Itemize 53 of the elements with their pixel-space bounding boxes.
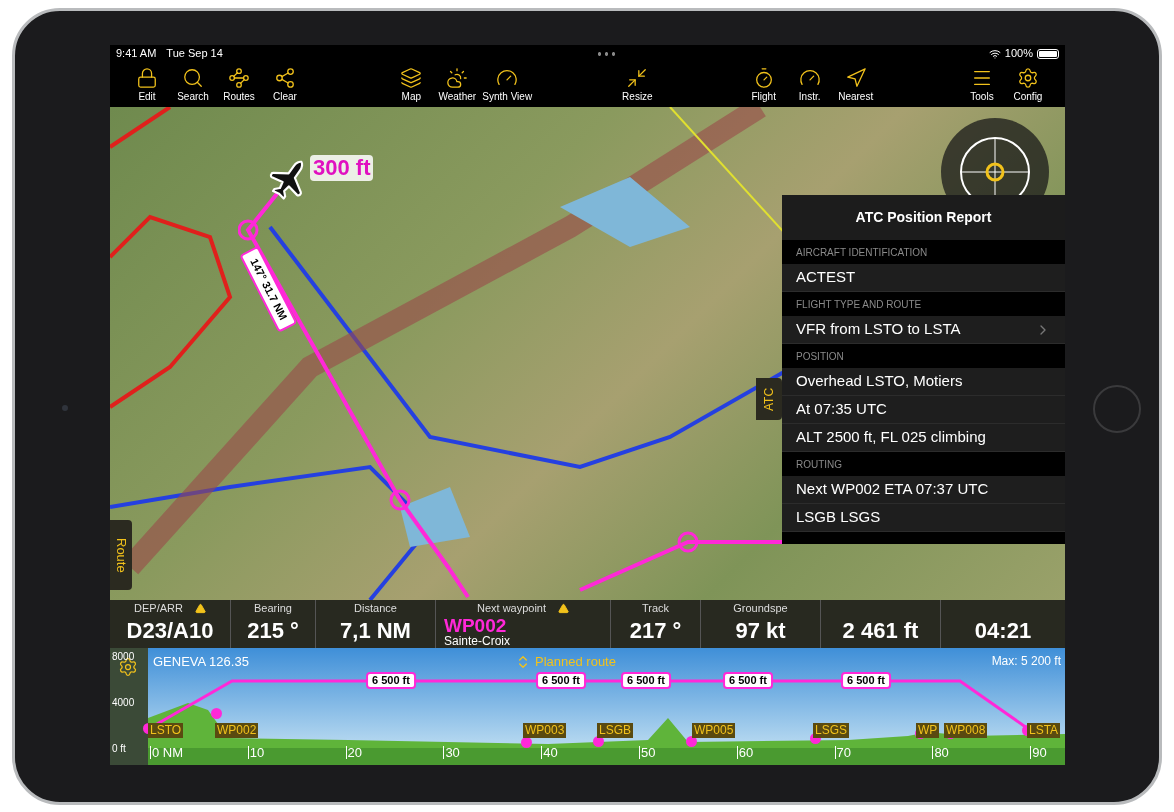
altitude-pill: 6 500 ft	[621, 672, 671, 689]
battery-percent: 100%	[1004, 46, 1033, 62]
info-value: 04:21	[973, 617, 1033, 645]
distance-axis-label: 30	[443, 746, 460, 759]
leg-distance-label: 147° 31.7 NM	[239, 245, 298, 333]
row-text: Overhead LSTO, Motiers	[796, 371, 963, 392]
info-label: Groundspe	[733, 600, 788, 616]
info-label: Distance	[354, 600, 397, 616]
distance-axis-label: 50	[639, 746, 656, 759]
section-header: POSITION	[796, 350, 844, 364]
info-value: WP002	[444, 616, 508, 635]
distance-axis-label: 70	[834, 746, 852, 759]
info-value: 97 kt	[734, 617, 787, 645]
row-text: ALT 2500 ft, FL 025 climbing	[796, 427, 986, 448]
info-value: 2 461 ft	[841, 617, 920, 645]
row-text: VFR from LSTO to LSTA	[796, 319, 961, 340]
panel-title: ATC Position Report	[855, 208, 992, 227]
info-label: DEP/ARR	[134, 600, 183, 616]
info-label: Next waypoint	[476, 600, 547, 616]
altitude-pill: 6 500 ft	[841, 672, 891, 689]
section-header: FLIGHT TYPE AND ROUTE	[796, 298, 922, 312]
status-date: Tue Sep 14	[166, 46, 223, 62]
altitude-label: 300 ft	[310, 155, 374, 181]
distance-axis-label: 20	[345, 746, 363, 759]
info-label: Track	[641, 600, 670, 616]
altitude-pill: 6 500 ft	[723, 672, 773, 689]
info-value: D23/A10	[125, 617, 215, 645]
altitude-pill: 6 500 ft	[536, 672, 586, 689]
profile-mode-label: Planned route	[535, 653, 616, 671]
distance-axis-label: 90	[1030, 746, 1047, 759]
frequency-label: GENEVA 126.35	[153, 653, 249, 671]
distance-axis-label: 80	[932, 746, 949, 759]
distance-axis-label: 60	[736, 746, 754, 759]
distance-axis-label: 0 NM	[150, 746, 184, 759]
info-label: Bearing	[254, 600, 292, 616]
row-text: ACTEST	[796, 267, 856, 288]
info-value: 7,1 NM	[339, 617, 412, 645]
info-value: 217 °	[628, 617, 683, 645]
altitude-axis-label: 8000	[112, 652, 135, 662]
section-header: ROUTING	[796, 458, 843, 472]
max-altitude-label: Max: 5 200 ft	[991, 653, 1061, 670]
row-text: At 07:35 UTC	[796, 399, 887, 420]
altitude-axis-label: 0 ft	[112, 744, 126, 754]
status-time: 9:41 AM	[116, 46, 157, 62]
distance-axis-label: 10	[247, 746, 265, 759]
altitude-pill: 6 500 ft	[366, 672, 416, 689]
row-text: Next WP002 ETA 07:37 UTC	[796, 479, 989, 500]
row-text: LSGB LSGS	[796, 507, 881, 528]
distance-axis-label: 40	[541, 746, 558, 759]
info-subtext: Sainte-Croix	[444, 635, 512, 647]
info-value: 215 °	[246, 617, 300, 645]
altitude-axis-label: 4000	[112, 698, 135, 708]
section-header: AIRCRAFT IDENTIFICATION	[796, 246, 928, 260]
